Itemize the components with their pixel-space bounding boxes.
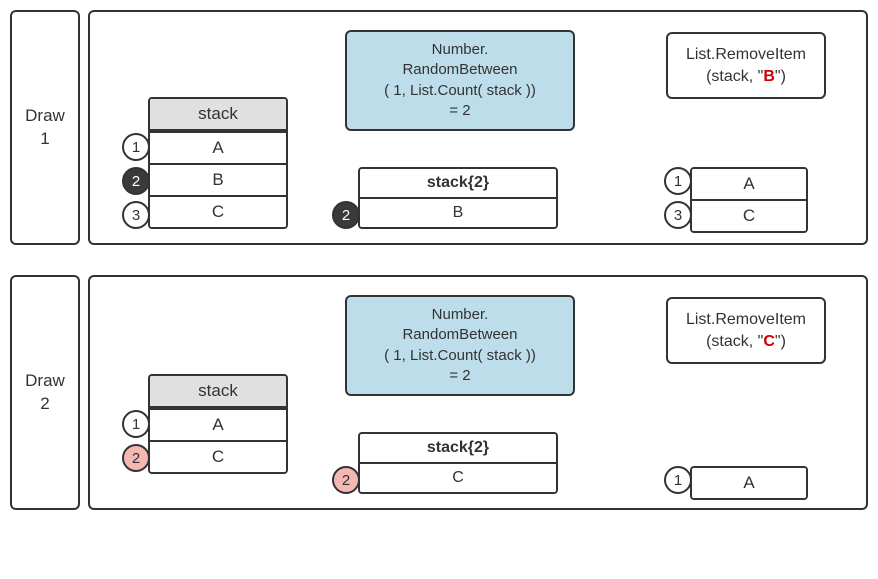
index-badge-selected: 2 — [122, 167, 150, 195]
result-badge: 3 — [664, 201, 692, 229]
draw-row-2: Draw 2 stack A C 1 2 Number. RandomBetwe… — [10, 275, 868, 510]
random-line: RandomBetween — [357, 325, 563, 345]
access-expr: stack{2} — [360, 169, 556, 197]
draw-number: 1 — [40, 128, 49, 150]
result-cell: A — [692, 169, 806, 199]
remove-args: (stack, "B") — [676, 66, 816, 88]
draw-row-1: Draw 1 stack A B C 1 2 3 Number. RandomB… — [10, 10, 868, 245]
stack-cell: A — [150, 131, 286, 163]
stack-table-2: stack A C — [148, 374, 288, 474]
random-line: = 2 — [357, 366, 563, 386]
stack-cell: A — [150, 408, 286, 440]
remove-item-box-1: List.RemoveItem (stack, "B") — [666, 32, 826, 99]
remove-fn: List.RemoveItem — [676, 44, 816, 66]
stack-cell: C — [150, 440, 286, 472]
access-expr: stack{2} — [360, 434, 556, 462]
stack-header: stack — [150, 376, 286, 408]
draw-word: Draw — [25, 105, 65, 127]
result-badge: 1 — [664, 167, 692, 195]
random-line: RandomBetween — [357, 60, 563, 80]
draw-word: Draw — [25, 370, 65, 392]
access-value: B — [360, 197, 556, 227]
random-line: = 2 — [357, 101, 563, 121]
remove-item-box-2: List.RemoveItem (stack, "C") — [666, 297, 826, 364]
result-badge: 1 — [664, 466, 692, 494]
stack-cell: C — [150, 195, 286, 227]
random-line: ( 1, List.Count( stack )) — [357, 346, 563, 366]
result-cell: C — [692, 199, 806, 231]
access-table-2: stack{2} C — [358, 432, 558, 494]
result-cell: A — [692, 468, 806, 498]
access-value: C — [360, 462, 556, 492]
draw-number: 2 — [40, 393, 49, 415]
access-badge: 2 — [332, 201, 360, 229]
index-badge-selected: 2 — [122, 444, 150, 472]
random-line: ( 1, List.Count( stack )) — [357, 81, 563, 101]
random-between-box-1: Number. RandomBetween ( 1, List.Count( s… — [345, 30, 575, 131]
draw-content-2: stack A C 1 2 Number. RandomBetween ( 1,… — [88, 275, 868, 510]
stack-header: stack — [150, 99, 286, 131]
index-badge: 3 — [122, 201, 150, 229]
result-table-2: A — [690, 466, 808, 500]
draw-content-1: stack A B C 1 2 3 Number. RandomBetween … — [88, 10, 868, 245]
stack-table-1: stack A B C — [148, 97, 288, 229]
index-badge: 1 — [122, 133, 150, 161]
stack-cell: B — [150, 163, 286, 195]
remove-args: (stack, "C") — [676, 331, 816, 353]
access-table-1: stack{2} B — [358, 167, 558, 229]
result-table-1: A C — [690, 167, 808, 233]
access-badge: 2 — [332, 466, 360, 494]
draw-label-2: Draw 2 — [10, 275, 80, 510]
index-badge: 1 — [122, 410, 150, 438]
remove-fn: List.RemoveItem — [676, 309, 816, 331]
draw-label-1: Draw 1 — [10, 10, 80, 245]
random-line: Number. — [357, 40, 563, 60]
random-line: Number. — [357, 305, 563, 325]
random-between-box-2: Number. RandomBetween ( 1, List.Count( s… — [345, 295, 575, 396]
